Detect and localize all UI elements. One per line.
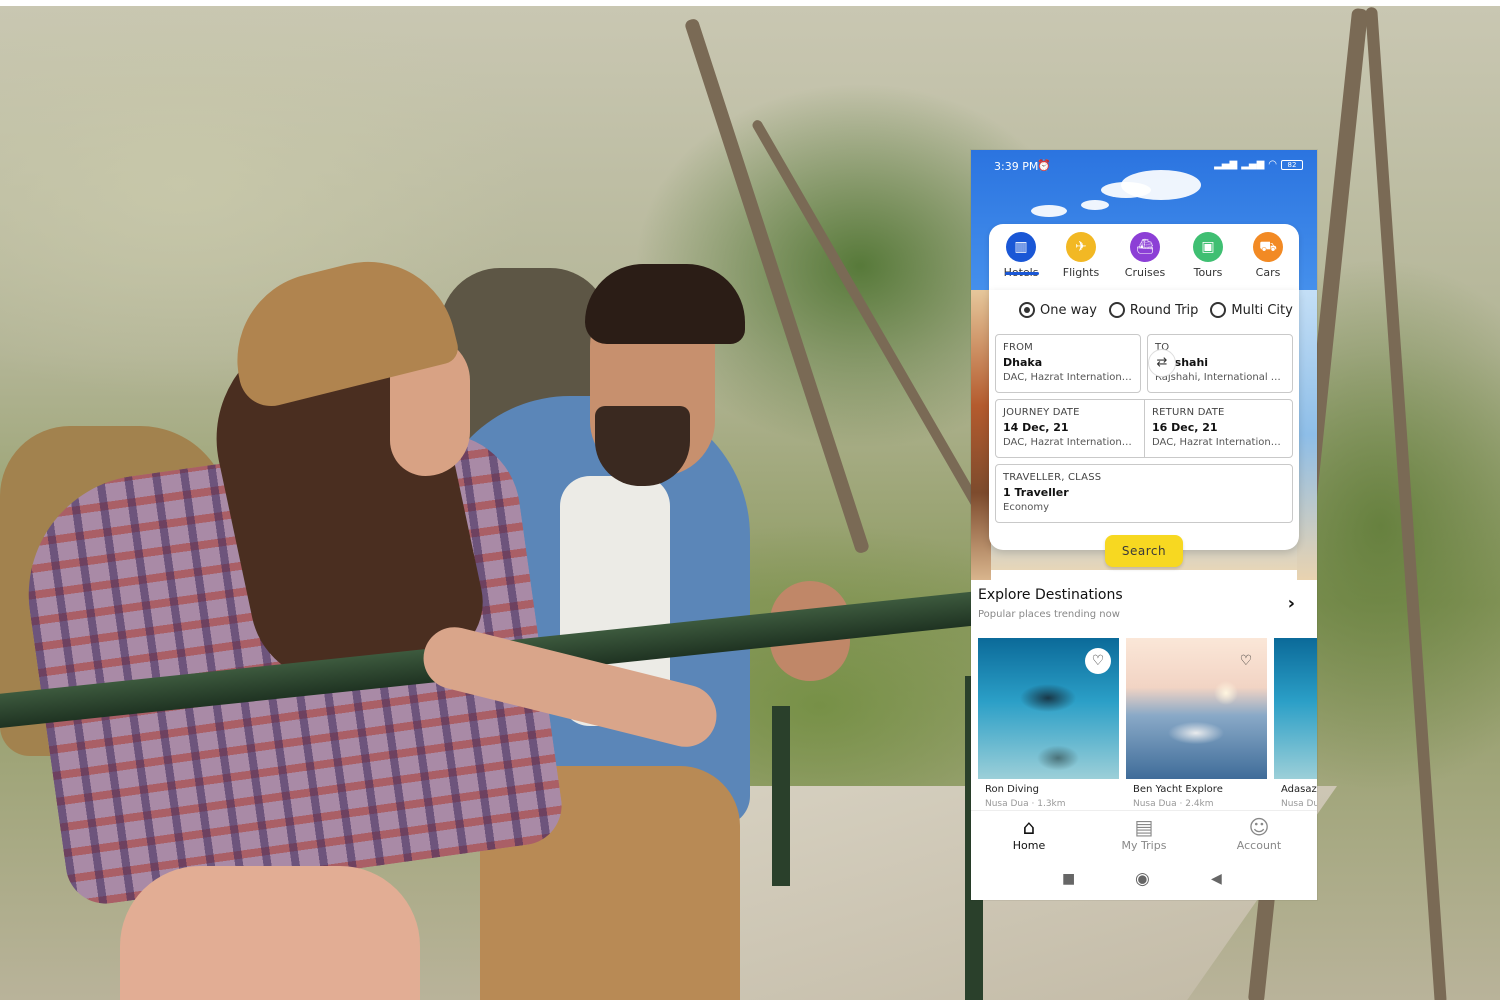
journey-airport: DAC, Hazrat International Airport — [1003, 437, 1137, 448]
tab-hotels[interactable]: ▥ Hotels — [993, 232, 1049, 279]
man-hair — [585, 264, 745, 344]
trip-type-selector: One way Round Trip Multi City — [1019, 302, 1299, 318]
travel-class: Economy — [1003, 502, 1050, 513]
back-icon[interactable]: ◀ — [1211, 871, 1222, 887]
destination-name: Ron Diving — [985, 784, 1039, 795]
woman-legs — [120, 866, 420, 1000]
diving-photo — [1274, 638, 1317, 779]
tab-cars[interactable]: ⛟ Cars — [1240, 232, 1296, 279]
radio-selected-icon — [1019, 302, 1035, 318]
field-label: TO — [1155, 342, 1170, 353]
heart-icon[interactable]: ♡ — [1085, 648, 1111, 674]
beach-image-edge — [971, 290, 991, 580]
field-label: FROM — [1003, 342, 1033, 353]
from-airport: DAC, Hazrat International Airport — [1003, 372, 1133, 383]
hotel-icon: ▥ — [1006, 232, 1036, 262]
beach-image-edge — [1297, 290, 1317, 580]
journey-date-field[interactable]: JOURNEY DATE 14 Dec, 21 DAC, Hazrat Inte… — [995, 399, 1145, 458]
to-airport: Rajshahi, International Airport — [1155, 372, 1285, 383]
car-icon: ⛟ — [1253, 232, 1283, 262]
user-icon: ☺ — [1248, 815, 1270, 839]
nav-home[interactable]: ⌂ Home — [989, 815, 1069, 852]
field-label: TRAVELLER, CLASS — [1003, 472, 1102, 483]
explore-subtitle: Popular places trending now — [978, 609, 1120, 620]
cloud — [1101, 182, 1151, 198]
swap-icon[interactable]: ⇄ — [1148, 349, 1176, 377]
radio-label: One way — [1040, 302, 1097, 318]
radio-label: Multi City — [1231, 302, 1293, 318]
phone-screen: 3:39 PM ⏰ ▂▄▆ ▂▄▆ ◠ 82 ▥ Hotels ✈ Flight… — [971, 150, 1317, 900]
search-form: One way Round Trip Multi City FROM Dhaka… — [989, 290, 1299, 550]
cruise-icon: ⛴ — [1130, 232, 1160, 262]
status-icons: ▂▄▆ ▂▄▆ ◠ 82 — [1214, 159, 1303, 170]
bottom-navigation: ⌂ Home ▤ My Trips ☺ Account — [971, 810, 1317, 860]
destination-name: Adasaz — [1281, 784, 1317, 795]
radio-round-trip[interactable]: Round Trip — [1108, 302, 1199, 318]
tab-label: Cruises — [1124, 266, 1166, 279]
recents-icon[interactable]: ■ — [1062, 871, 1075, 887]
destination-meta: Nusa Dua — [1281, 799, 1317, 809]
tab-tours[interactable]: ▣ Tours — [1180, 232, 1236, 279]
field-label: RETURN DATE — [1152, 407, 1225, 418]
nav-account[interactable]: ☺ Account — [1219, 815, 1299, 852]
alarm-off-icon: ⏰ — [1037, 159, 1051, 172]
luggage-icon: ▣ — [1193, 232, 1223, 262]
nav-label: Home — [1012, 839, 1046, 852]
traveller-class-field[interactable]: TRAVELLER, CLASS 1 Traveller Economy — [995, 464, 1293, 523]
field-label: JOURNEY DATE — [1003, 407, 1080, 418]
cloud — [1081, 200, 1109, 210]
destination-meta: Nusa Dua · 1.3km — [985, 799, 1066, 809]
clipboard-icon: ▤ — [1134, 815, 1154, 839]
return-date-field[interactable]: RETURN DATE 16 Dec, 21 DAC, Hazrat Inter… — [1144, 399, 1293, 458]
status-time: 3:39 PM — [994, 160, 1039, 173]
nav-label: My Trips — [1121, 839, 1167, 852]
radio-icon — [1108, 302, 1125, 318]
traveller-count: 1 Traveller — [1003, 486, 1069, 499]
destination-meta: Nusa Dua · 2.4km — [1133, 799, 1214, 809]
tab-cruises[interactable]: ⛴ Cruises — [1117, 232, 1173, 279]
destination-card[interactable]: ♡ Ben Yacht Explore Nusa Dua · 2.4km — [1126, 638, 1267, 810]
tree-trunk — [1365, 6, 1447, 1000]
plane-icon: ✈ — [1066, 232, 1096, 262]
radio-label: Round Trip — [1129, 302, 1199, 318]
from-field[interactable]: FROM Dhaka DAC, Hazrat International Air… — [995, 334, 1141, 393]
from-city: Dhaka — [1003, 356, 1043, 369]
tab-label: Cars — [1255, 266, 1281, 279]
status-bar: 3:39 PM ⏰ ▂▄▆ ▂▄▆ ◠ 82 — [971, 150, 1317, 184]
radio-one-way[interactable]: One way — [1019, 302, 1097, 318]
tab-label: Flights — [1062, 266, 1100, 279]
cloud — [1031, 205, 1067, 217]
active-tab-indicator — [1005, 272, 1039, 275]
nav-my-trips[interactable]: ▤ My Trips — [1104, 815, 1184, 852]
wifi-icon: ◠ — [1268, 159, 1277, 170]
explore-title: Explore Destinations — [978, 587, 1123, 603]
system-navigation-bar: ■ ◉ ◀ — [971, 860, 1317, 900]
return-airport: DAC, Hazrat International Airport — [1152, 437, 1285, 448]
signal-icon: ▂▄▆ — [1214, 159, 1238, 170]
heart-icon[interactable]: ♡ — [1233, 648, 1259, 674]
home-icon: ⌂ — [1022, 815, 1036, 839]
return-date: 16 Dec, 21 — [1152, 421, 1218, 434]
home-circle-icon[interactable]: ◉ — [1135, 869, 1150, 889]
nav-label: Account — [1236, 839, 1282, 852]
tab-label: Tours — [1193, 266, 1223, 279]
battery-icon: 82 — [1281, 159, 1303, 170]
chevron-right-icon[interactable]: › — [1288, 593, 1295, 614]
railing-post — [772, 706, 790, 886]
signal-icon: ▂▄▆ — [1241, 159, 1265, 170]
category-tabs: ▥ Hotels ✈ Flights ⛴ Cruises ▣ Tours ⛟ C… — [989, 224, 1299, 290]
radio-multi-city[interactable]: Multi City — [1210, 302, 1293, 318]
destination-name: Ben Yacht Explore — [1133, 784, 1223, 795]
tab-flights[interactable]: ✈ Flights — [1053, 232, 1109, 279]
radio-icon — [1210, 302, 1227, 318]
destination-card[interactable]: Adasaz Nusa Dua — [1274, 638, 1317, 810]
search-button[interactable]: Search — [1105, 535, 1183, 567]
journey-date: 14 Dec, 21 — [1003, 421, 1069, 434]
destination-card[interactable]: ♡ Ron Diving Nusa Dua · 1.3km — [978, 638, 1119, 810]
